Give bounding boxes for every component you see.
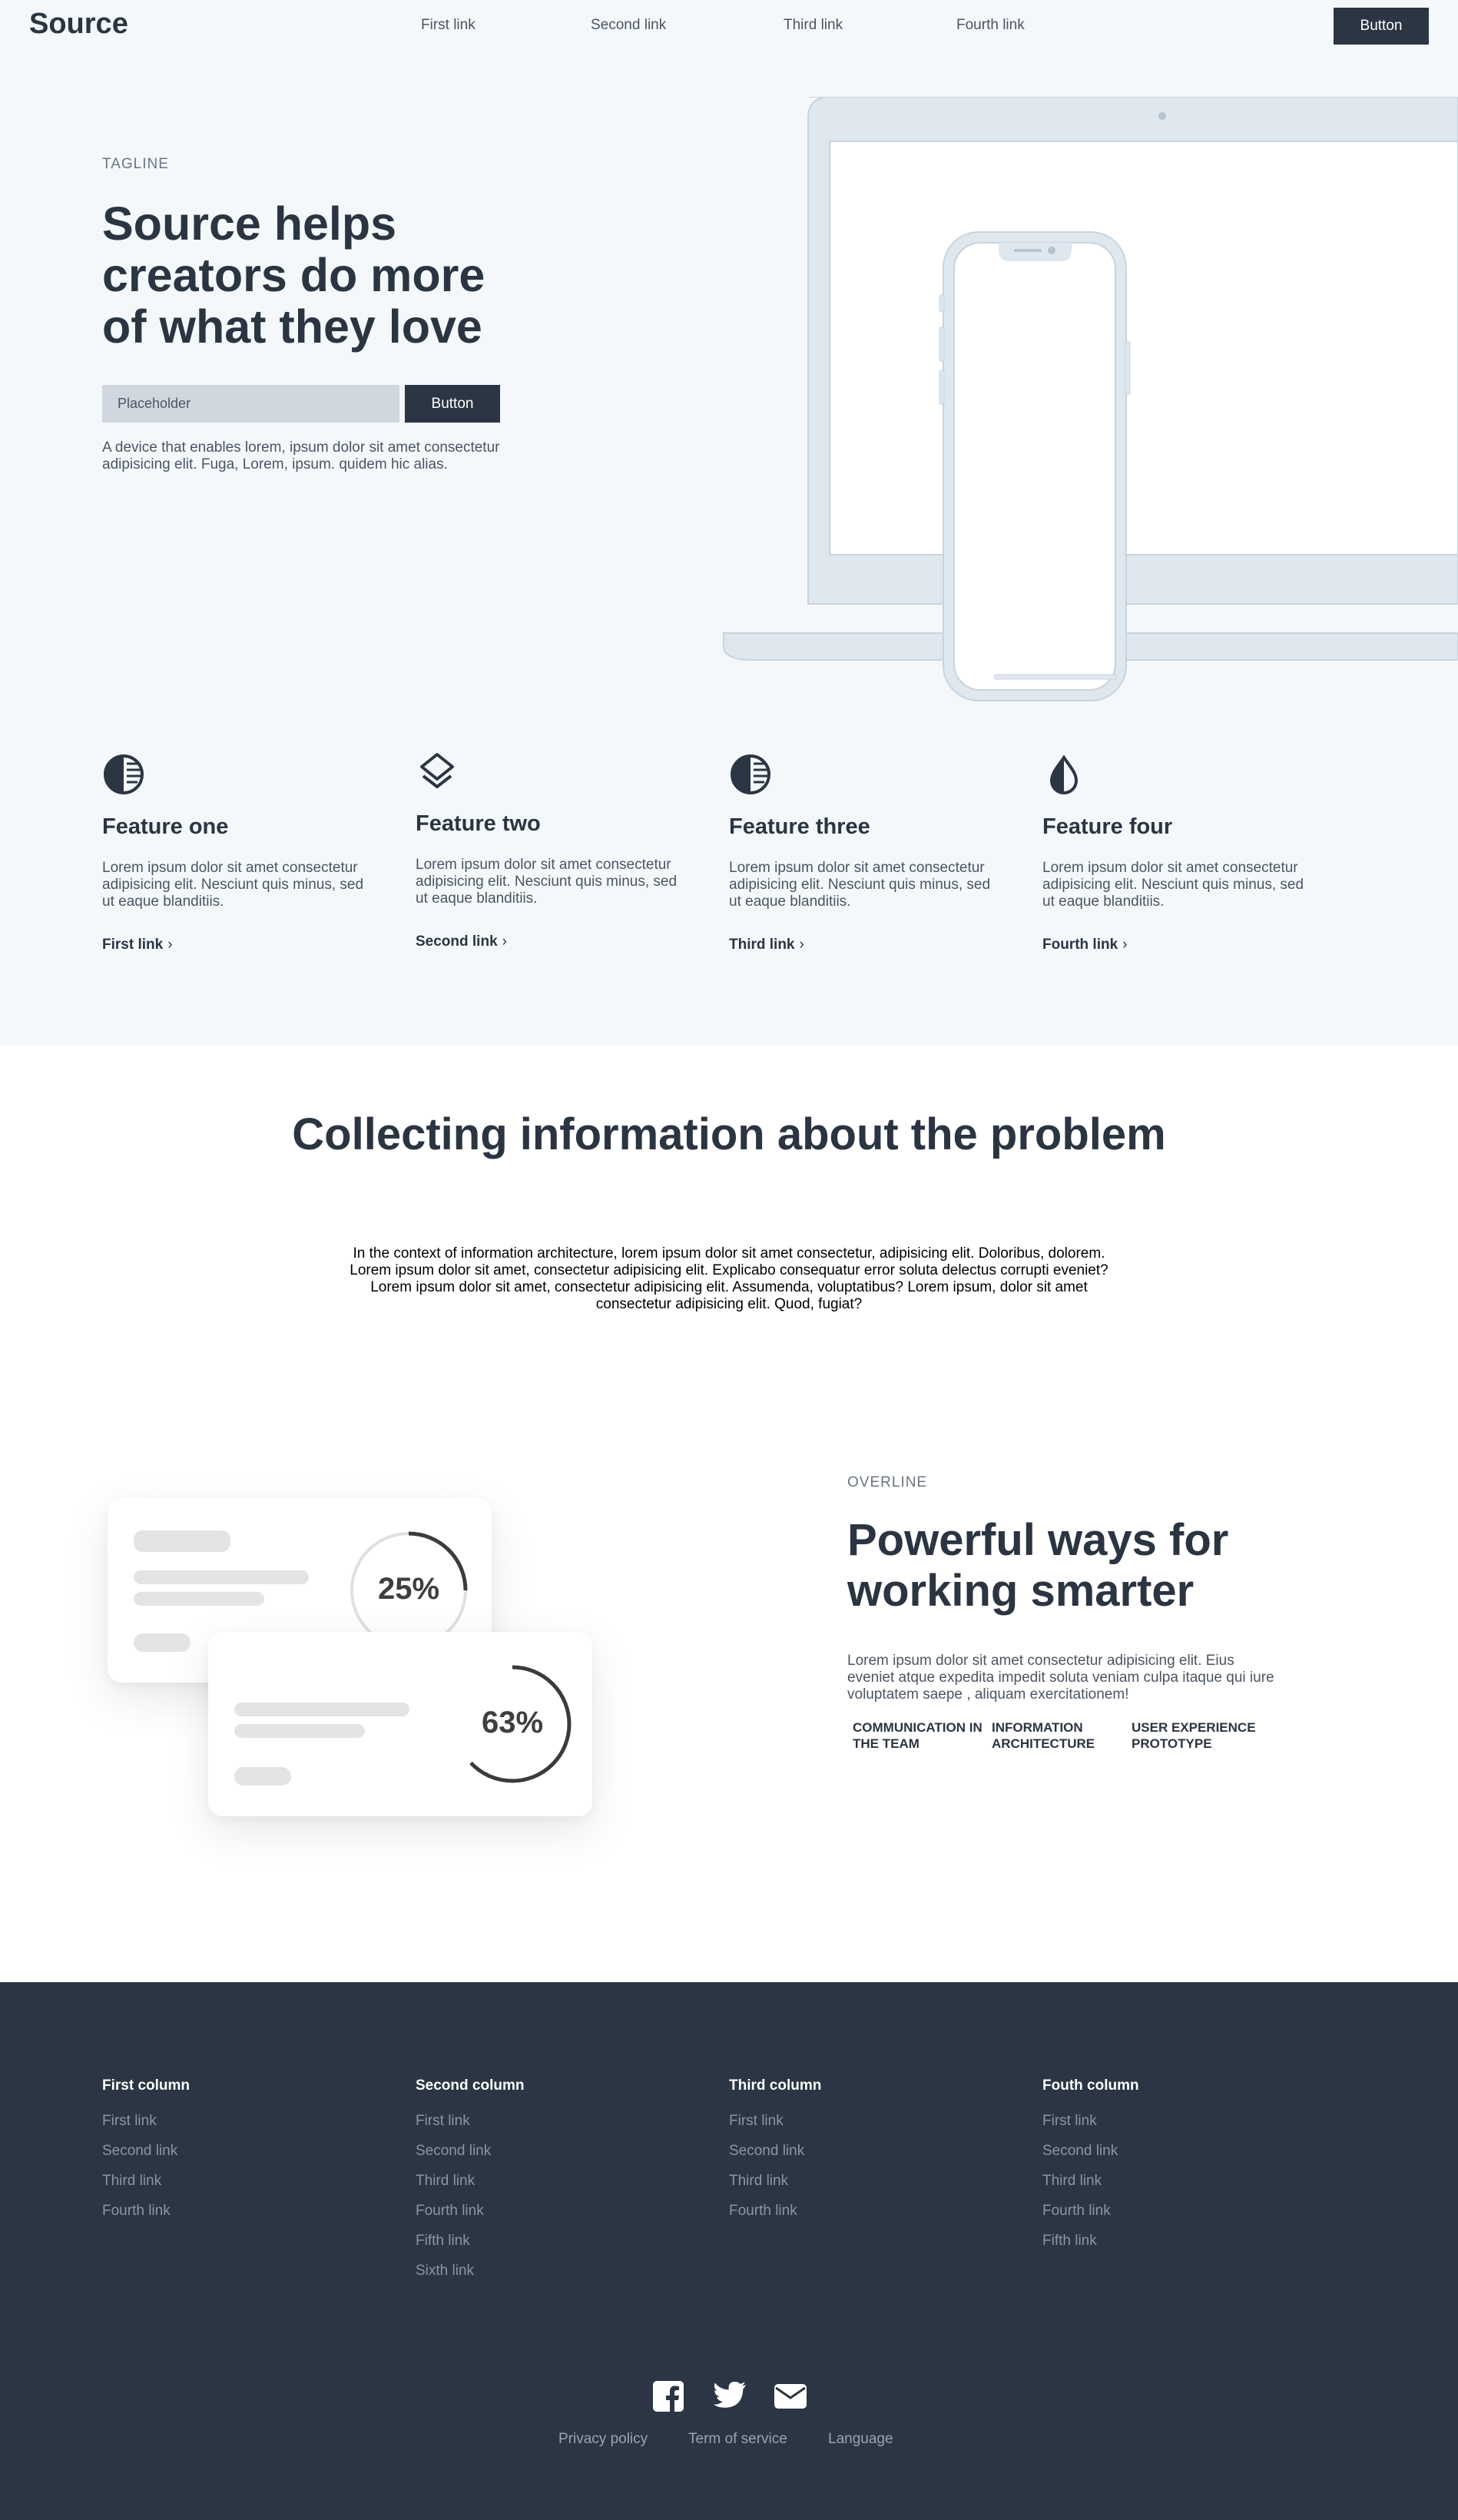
power-overline: OVERLINE <box>847 1474 928 1490</box>
collecting-title: Collecting information about the problem <box>292 1109 1166 1159</box>
footer-link[interactable]: Second link <box>416 2143 692 2173</box>
hero-submit-button[interactable]: Button <box>405 385 500 423</box>
feature-text: Lorem ipsum dolor sit amet consectetur a… <box>416 857 678 907</box>
footer-link[interactable]: Sixth link <box>416 2263 692 2293</box>
footer-link[interactable]: Fifth link <box>1042 2233 1319 2263</box>
footer-column: Second column First link Second link Thi… <box>416 2077 692 2293</box>
feature-title: Feature two <box>416 811 541 836</box>
footer-column: Third column First link Second link Thir… <box>729 2077 1006 2233</box>
footer-link[interactable]: Fourth link <box>1042 2203 1319 2233</box>
twitter-icon[interactable] <box>713 2380 747 2411</box>
footer-column: First column First link Second link Thir… <box>102 2077 379 2233</box>
footer-column-title: First column <box>102 2077 191 2094</box>
feature-card: Feature three Lorem ipsum dolor sit amet… <box>729 753 1006 953</box>
chevron-right-icon: › <box>502 933 507 950</box>
mail-icon[interactable] <box>774 2383 807 2409</box>
feature-link-label: Third link <box>729 937 795 953</box>
tag-ux: USER EXPERIENCE PROTOTYPE <box>1132 1720 1256 1751</box>
feature-link[interactable]: Second link › <box>416 933 507 950</box>
power-description: Lorem ipsum dolor sit amet consectetur a… <box>847 1653 1274 1703</box>
hero-tagline: TAGLINE <box>102 156 169 172</box>
footer-column-title: Second column <box>416 2077 525 2094</box>
progress-label: 25% <box>377 1572 440 1606</box>
footer-link[interactable]: Second link <box>729 2143 1006 2173</box>
tag-communication: COMMUNICATION IN THE TEAM <box>853 1720 982 1751</box>
facebook-icon[interactable] <box>652 2380 684 2412</box>
tag-information: INFORMATION ARCHITECTURE <box>992 1720 1095 1751</box>
footer-link[interactable]: Fifth link <box>416 2233 692 2263</box>
hero-description: A device that enables lorem, ipsum dolor… <box>102 439 500 472</box>
footer-link[interactable]: Third link <box>416 2173 692 2203</box>
footer-link[interactable]: Third link <box>729 2173 1006 2203</box>
footer-link[interactable]: Third link <box>102 2173 379 2203</box>
footer-column-title: Fouth column <box>1042 2077 1139 2094</box>
feature-link-label: Second link <box>416 933 498 950</box>
chevron-right-icon: › <box>799 937 804 953</box>
footer-link[interactable]: First link <box>102 2113 379 2143</box>
feature-title: Feature one <box>102 814 229 839</box>
contrast-circle-icon <box>104 754 144 794</box>
footer-column: Fouth column First link Second link Thir… <box>1042 2077 1319 2263</box>
skeleton-line <box>134 1592 264 1606</box>
layers-icon <box>420 753 454 788</box>
nav-link-first[interactable]: First link <box>421 17 476 34</box>
feature-link-label: Fourth link <box>1042 937 1118 953</box>
feature-card: Feature two Lorem ipsum dolor sit amet c… <box>416 750 692 950</box>
feature-link-label: First link <box>102 937 164 953</box>
footer-link[interactable]: Fourth link <box>729 2203 1006 2233</box>
collecting-text: In the context of information architectu… <box>350 1245 1108 1312</box>
power-title: Powerful ways for working smarter <box>847 1515 1229 1616</box>
feature-text: Lorem ipsum dolor sit amet consectetur a… <box>102 860 364 910</box>
skeleton-line <box>134 1570 309 1584</box>
collecting-section: Collecting information about the problem… <box>0 1045 1458 1414</box>
nav-link-fourth[interactable]: Fourth link <box>956 17 1025 34</box>
nav-button[interactable]: Button <box>1334 8 1429 45</box>
language-link[interactable]: Language <box>828 2431 893 2448</box>
powerful-section: 25% 63% OVERLINE Powerful ways for worki… <box>0 1414 1458 1982</box>
chevron-right-icon: › <box>1122 937 1128 953</box>
features-section: Feature one Lorem ipsum dolor sit amet c… <box>0 713 1458 1045</box>
footer-link[interactable]: First link <box>1042 2113 1319 2143</box>
stat-card: 63% <box>208 1632 592 1816</box>
hero-title: Source helps creators do more of what th… <box>102 197 485 353</box>
feature-link[interactable]: First link › <box>102 937 173 953</box>
footer-link[interactable]: Second link <box>102 2143 379 2173</box>
footer-link[interactable]: Fourth link <box>416 2203 692 2233</box>
skeleton-line <box>234 1724 365 1738</box>
hero-section: TAGLINE Source helps creators do more of… <box>0 52 1458 713</box>
drop-half-icon <box>1049 754 1079 794</box>
top-navbar: Source First link Second link Third link… <box>0 0 1458 52</box>
footer-column-title: Third column <box>729 2077 822 2094</box>
contrast-circle-icon <box>731 754 770 794</box>
footer-link[interactable]: Third link <box>1042 2173 1319 2203</box>
skeleton-line <box>134 1633 191 1652</box>
footer-link[interactable]: Second link <box>1042 2143 1319 2173</box>
footer-link[interactable]: Fourth link <box>102 2203 379 2233</box>
feature-card: Feature one Lorem ipsum dolor sit amet c… <box>102 753 379 953</box>
feature-link[interactable]: Fourth link › <box>1042 937 1127 953</box>
laptop-phone-illustration <box>723 97 1458 701</box>
progress-label: 63% <box>481 1706 544 1739</box>
skeleton-line <box>234 1703 409 1716</box>
skeleton-line <box>134 1530 230 1552</box>
privacy-policy-link[interactable]: Privacy policy <box>558 2431 648 2448</box>
nav-link-second[interactable]: Second link <box>591 17 666 34</box>
footer-link[interactable]: First link <box>729 2113 1006 2143</box>
logo[interactable]: Source <box>29 8 128 41</box>
footer: First column First link Second link Thir… <box>0 1982 1458 2520</box>
feature-title: Feature four <box>1042 814 1173 839</box>
feature-link[interactable]: Third link › <box>729 937 804 953</box>
feature-title: Feature three <box>729 814 870 839</box>
hero-email-input[interactable] <box>102 385 399 423</box>
skeleton-line <box>234 1767 291 1786</box>
footer-link[interactable]: First link <box>416 2113 692 2143</box>
chevron-right-icon: › <box>167 937 173 953</box>
feature-text: Lorem ipsum dolor sit amet consectetur a… <box>1042 860 1304 910</box>
feature-text: Lorem ipsum dolor sit amet consectetur a… <box>729 860 991 910</box>
terms-of-service-link[interactable]: Term of service <box>688 2431 787 2448</box>
feature-card: Feature four Lorem ipsum dolor sit amet … <box>1042 753 1319 953</box>
nav-link-third[interactable]: Third link <box>784 17 843 34</box>
